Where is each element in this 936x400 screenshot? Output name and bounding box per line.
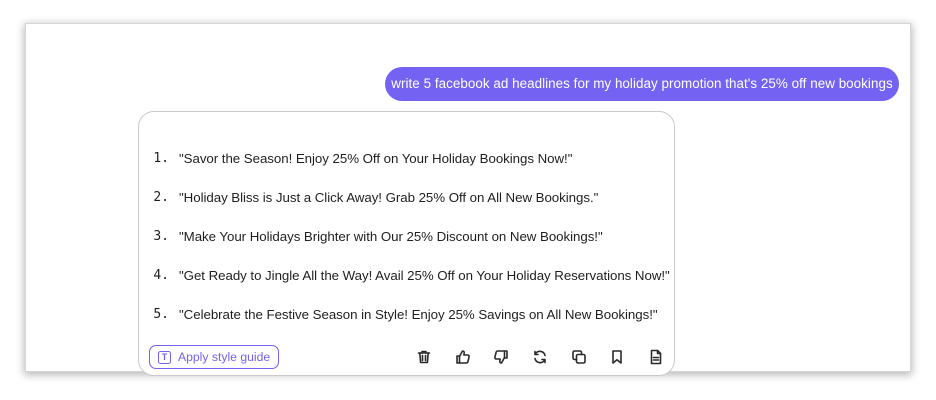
document-button[interactable] [637,347,676,367]
list-item: 2. "Holiday Bliss is Just a Click Away! … [139,178,670,217]
thumbs-down-button[interactable] [482,347,521,367]
list-item: 4. "Get Ready to Jingle All the Way! Ava… [139,256,670,295]
thumbs-up-icon [456,350,470,364]
thumbs-up-button[interactable] [444,347,483,367]
bookmark-button[interactable] [598,347,637,367]
trash-icon [417,350,431,364]
chat-window: write 5 facebook ad headlines for my hol… [26,24,910,376]
headline-list: 1. "Savor the Season! Enjoy 25% Off on Y… [139,139,670,334]
response-toolbar [405,347,675,367]
regenerate-button[interactable] [521,347,560,367]
list-item-number: 3. [153,229,169,244]
list-item-number: 4. [153,268,169,283]
thumbs-down-icon [494,350,509,364]
bookmark-icon [612,350,623,364]
copy-button[interactable] [559,347,598,367]
list-item-text: "Make Your Holidays Brighter with Our 25… [179,229,603,244]
list-item: 5. "Celebrate the Festive Season in Styl… [139,295,670,334]
list-item-number: 2. [153,190,169,205]
list-item-number: 1. [153,151,169,166]
list-item: 3. "Make Your Holidays Brighter with Our… [139,217,670,256]
list-item-text: "Savor the Season! Enjoy 25% Off on Your… [179,151,573,166]
delete-button[interactable] [405,347,444,367]
list-item: 1. "Savor the Season! Enjoy 25% Off on Y… [139,139,670,178]
list-item-text: "Get Ready to Jingle All the Way! Avail … [179,268,670,283]
list-item-number: 5. [153,307,169,322]
apply-style-guide-label: Apply style guide [178,350,271,364]
copy-icon [571,350,586,364]
text-format-icon: T [158,350,171,364]
assistant-response-card: 1. "Savor the Season! Enjoy 25% Off on Y… [138,111,675,376]
list-item-text: "Holiday Bliss is Just a Click Away! Gra… [179,190,599,205]
user-message-bubble: write 5 facebook ad headlines for my hol… [385,67,899,101]
regenerate-icon [534,350,546,364]
document-icon [650,349,662,365]
apply-style-guide-button[interactable]: T Apply style guide [149,345,280,369]
list-item-text: "Celebrate the Festive Season in Style! … [179,307,658,322]
